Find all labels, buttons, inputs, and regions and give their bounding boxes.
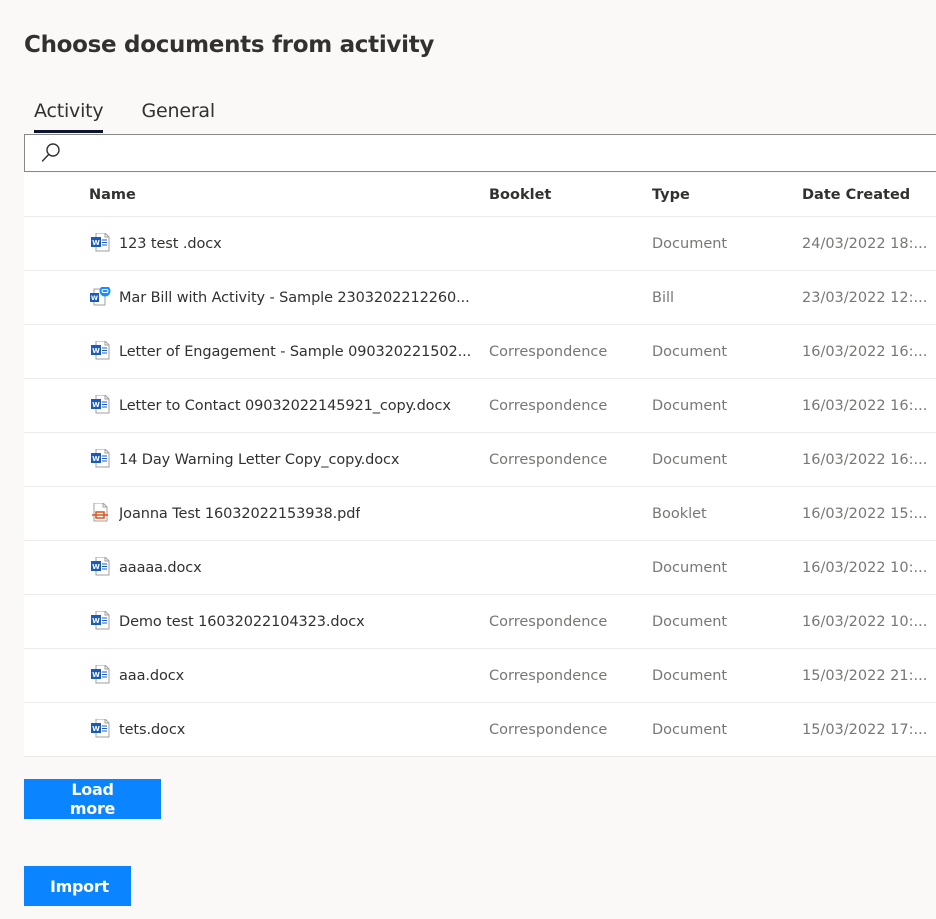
file-name[interactable]: tets.docx [119,722,185,738]
name-cell: W Mar Bill with Activity - Sample 2303202… [89,286,489,309]
name-cell: W Letter to Contact 09032022145921_copy.d… [89,394,489,417]
type-cell: Document [652,667,728,684]
date-created-cell: 16/03/2022 15:... [802,505,928,522]
word-doc-icon: W [89,718,111,739]
documents-grid: Name Booklet Type Date Created W 123 test… [24,173,936,757]
table-row[interactable]: Wtets.docx Correspondence Document 15/03/20… [24,703,936,757]
name-cell: W 14 Day Warning Letter Copy_copy.docx [89,448,489,471]
grid-body: W 123 test .docx Document 24/03/2022 18:...… [24,217,936,757]
booklet-cell: Correspondence [489,451,608,468]
date-created-cell: 23/03/2022 12:... [802,289,928,306]
file-name[interactable]: aaa.docx [119,668,184,684]
file-name[interactable]: Letter to Contact 09032022145921_copy.do… [119,398,451,414]
type-cell: Document [652,559,728,576]
file-name[interactable]: Joanna Test 16032022153938.pdf [119,506,360,522]
table-row[interactable]: Waaa.docx Correspondence Document 15/03/202… [24,649,936,703]
pdf-booklet-icon [89,502,111,523]
type-cell: Bill [652,289,675,306]
name-cell: Joanna Test 16032022153938.pdf [89,502,489,525]
svg-text:W: W [92,455,100,463]
column-header-type[interactable]: Type [652,187,802,203]
date-created-cell: 15/03/2022 21:... [802,667,928,684]
svg-text:W: W [92,617,100,625]
type-cell: Document [652,397,728,414]
date-created-cell: 24/03/2022 18:... [802,235,928,252]
booklet-cell: Correspondence [489,397,608,414]
booklet-cell: Correspondence [489,667,608,684]
word-doc-icon: W [89,394,111,415]
date-created-cell: 15/03/2022 17:... [802,721,928,738]
file-name[interactable]: Letter of Engagement - Sample 0903202215… [119,344,471,360]
file-name[interactable]: 123 test .docx [119,236,222,252]
search-box [24,134,936,172]
table-row[interactable]: W Mar Bill with Activity - Sample 2303202… [24,271,936,325]
file-name[interactable]: Mar Bill with Activity - Sample 23032022… [119,290,470,306]
booklet-cell: Correspondence [489,343,608,360]
date-created-cell: 16/03/2022 10:... [802,559,928,576]
date-created-cell: 16/03/2022 16:... [802,451,928,468]
table-row[interactable]: Waaaaa.docx Document 16/03/2022 10:... [24,541,936,595]
svg-text:W: W [92,239,100,247]
name-cell: Waaaaa.docx [89,556,489,579]
name-cell: W Letter of Engagement - Sample 090320221… [89,340,489,363]
svg-text:W: W [92,671,100,679]
svg-text:W: W [92,347,100,355]
file-name[interactable]: aaaaa.docx [119,560,202,576]
table-row[interactable]: W 14 Day Warning Letter Copy_copy.docx Cor… [24,433,936,487]
type-cell: Document [652,613,728,630]
date-created-cell: 16/03/2022 10:... [802,613,928,630]
name-cell: W Demo test 16032022104323.docx [89,610,489,633]
column-header-booklet[interactable]: Booklet [489,187,652,203]
type-cell: Booklet [652,505,707,522]
date-created-cell: 16/03/2022 16:... [802,343,928,360]
table-row[interactable]: Joanna Test 16032022153938.pdf Booklet 16/… [24,487,936,541]
search-input[interactable] [63,138,936,168]
table-row[interactable]: W 123 test .docx Document 24/03/2022 18:... [24,217,936,271]
word-doc-icon: W [89,556,111,577]
word-bill-icon: W [89,286,111,307]
word-doc-icon: W [89,232,111,253]
type-cell: Document [652,451,728,468]
tab-list: Activity General [24,96,243,134]
column-header-name[interactable]: Name [89,187,489,203]
table-row[interactable]: W Letter of Engagement - Sample 090320221… [24,325,936,379]
date-created-cell: 16/03/2022 16:... [802,397,928,414]
word-doc-icon: W [89,664,111,685]
page-title: Choose documents from activity [24,32,435,58]
type-cell: Document [652,343,728,360]
booklet-cell: Correspondence [489,721,608,738]
svg-text:W: W [92,563,100,571]
name-cell: Waaa.docx [89,664,489,687]
name-cell: W 123 test .docx [89,232,489,255]
name-cell: Wtets.docx [89,718,489,741]
word-doc-icon: W [89,610,111,631]
svg-text:W: W [92,725,100,733]
word-doc-icon: W [89,448,111,469]
file-name[interactable]: Demo test 16032022104323.docx [119,614,365,630]
svg-text:W: W [92,401,100,409]
type-cell: Document [652,235,728,252]
tab-activity[interactable]: Activity [24,96,113,134]
tab-general[interactable]: General [131,96,224,134]
table-row[interactable]: W Demo test 16032022104323.docx Correspond… [24,595,936,649]
file-name[interactable]: 14 Day Warning Letter Copy_copy.docx [119,452,399,468]
type-cell: Document [652,721,728,738]
grid-header: Name Booklet Type Date Created [24,173,936,217]
column-header-date-created[interactable]: Date Created [802,187,936,203]
search-icon[interactable] [39,141,63,165]
import-button[interactable]: Import [24,866,131,906]
load-more-button[interactable]: Load more [24,779,161,819]
word-doc-icon: W [89,340,111,361]
svg-text:W: W [91,294,98,302]
table-row[interactable]: W Letter to Contact 09032022145921_copy.d… [24,379,936,433]
booklet-cell: Correspondence [489,613,608,630]
